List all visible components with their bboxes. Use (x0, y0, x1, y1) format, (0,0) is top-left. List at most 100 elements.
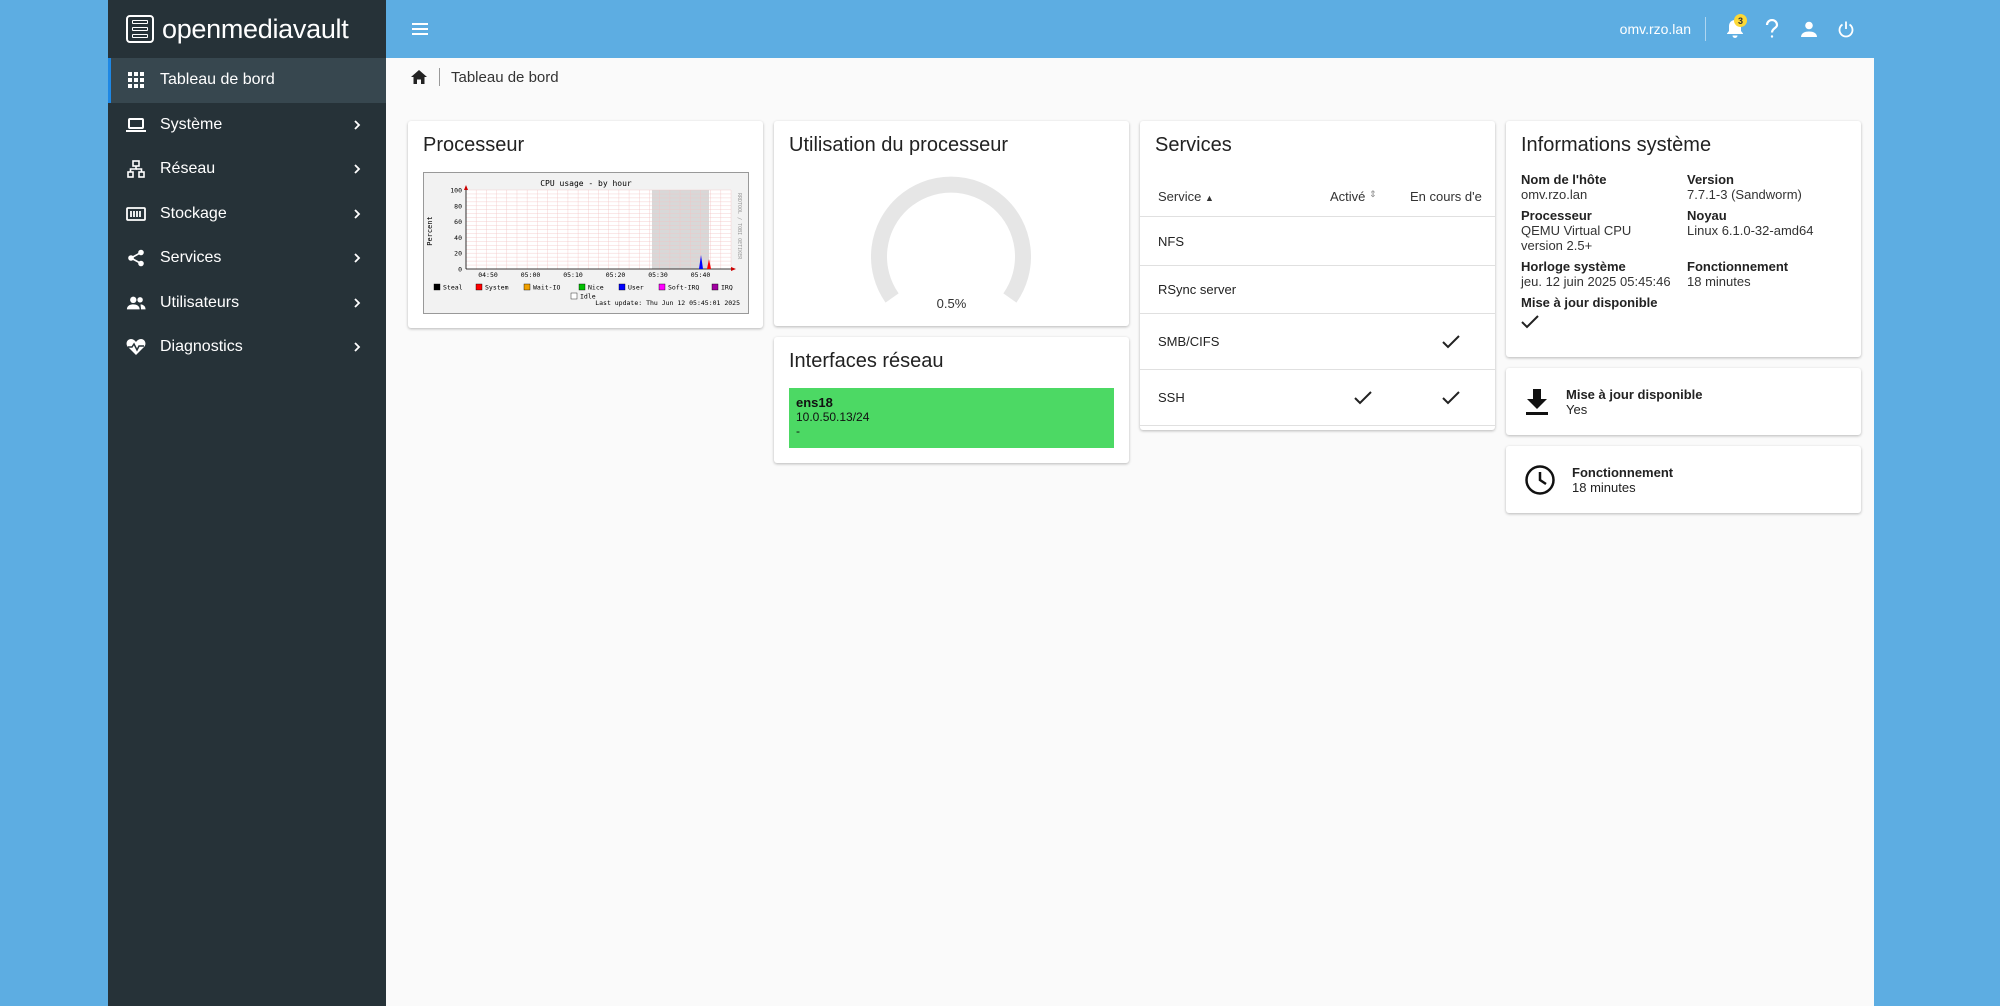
legend-label: Idle (580, 293, 596, 301)
legend-swatch (570, 292, 578, 300)
y-tick-label: 40 (454, 234, 462, 242)
sidebar-item-system[interactable]: Système (108, 103, 386, 148)
network-interfaces-widget: Interfaces réseau ens18 10.0.50.13/24 - (774, 337, 1129, 463)
hostname-label: omv.rzo.lan (1619, 21, 1691, 37)
x-tick-label: 05:00 (521, 271, 541, 279)
cpu-usage-graph: CPU usage - by hour Percent 100 80 60 40 20 0… (423, 172, 749, 314)
check-icon (1442, 390, 1460, 404)
legend-swatch (578, 283, 586, 291)
column-header-service[interactable]: Service ▲ (1140, 189, 1318, 204)
chevron-right-icon (354, 120, 361, 130)
hostname-value: omv.rzo.lan (1521, 187, 1588, 202)
sidebar-item-label: Système (160, 115, 223, 133)
heart-pulse-icon (126, 337, 146, 357)
notifications-button[interactable]: 3 (1716, 14, 1753, 44)
column-header-running[interactable]: En cours d'e (1407, 189, 1495, 204)
uptime-value: 18 minutes (1687, 274, 1751, 289)
legend-label: Nice (588, 284, 604, 292)
version-value: 7.7.1-3 (Sandworm) (1687, 187, 1802, 202)
services-widget: Services Service ▲ Activé ⇕ En cours d'e… (1140, 121, 1495, 430)
main-content: Tableau de bord Processeur CPU usage - b… (386, 58, 1874, 1006)
interface-tile[interactable]: ens18 10.0.50.13/24 - (789, 388, 1114, 448)
sidebar-item-diagnostics[interactable]: Diagnostics (108, 325, 386, 370)
chevron-right-icon (354, 253, 361, 263)
sidebar-item-storage[interactable]: Stockage (108, 192, 386, 237)
interface-address: 10.0.50.13/24 (796, 410, 870, 424)
legend-swatch (433, 283, 441, 291)
column-header-enabled[interactable]: Activé ⇕ (1318, 189, 1407, 204)
x-tick-label: 04:50 (478, 271, 498, 279)
table-row: SMB/CIFS (1140, 314, 1495, 370)
cpu-gauge (871, 171, 1031, 316)
legend-swatch (711, 283, 719, 291)
services-table: Service ▲ Activé ⇕ En cours d'e NFS RSyn… (1140, 177, 1495, 426)
sidebar-item-label: Services (160, 249, 222, 267)
legend-swatch (523, 283, 531, 291)
cpu-usage-value: 0.5% (936, 296, 967, 311)
clock-label: Horloge système (1521, 259, 1626, 274)
x-tick-label: 05:30 (648, 271, 668, 279)
service-name: SSH (1158, 390, 1185, 405)
topbar-divider (1705, 17, 1706, 41)
processor-label: Processeur (1521, 208, 1592, 223)
check-icon (1521, 315, 1539, 329)
chevron-right-icon (354, 209, 361, 219)
sidebar-item-label: Stockage (160, 204, 227, 222)
topbar: omv.rzo.lan 3 (386, 0, 1884, 58)
system-info-widget: Informations système Nom de l'hôte omv.r… (1506, 121, 1861, 357)
brand-name: openmediavault (162, 13, 349, 44)
legend-label: User (628, 284, 644, 292)
users-icon (126, 293, 146, 313)
check-icon (1442, 334, 1460, 348)
kernel-label: Noyau (1687, 208, 1727, 223)
legend-label: Wait-IO (533, 284, 560, 292)
uptime-title: Fonctionnement (1572, 464, 1674, 480)
breadcrumb: Tableau de bord (386, 58, 1874, 96)
brand[interactable]: openmediavault (108, 0, 386, 58)
enabled-cell (1318, 390, 1407, 405)
widget-title: Services (1155, 134, 1232, 156)
sidebar-item-dashboard[interactable]: Tableau de bord (108, 58, 386, 103)
sidebar-item-network[interactable]: Réseau (108, 147, 386, 192)
legend-label: Steal (443, 284, 463, 292)
kernel-value: Linux 6.1.0-32-amd64 (1687, 223, 1814, 238)
running-cell (1407, 334, 1495, 349)
legend-label: System (485, 284, 509, 292)
sidebar-item-label: Réseau (160, 160, 216, 178)
sidebar-item-services[interactable]: Services (108, 236, 386, 281)
widget-title: Processeur (423, 134, 525, 156)
user-button[interactable] (1790, 14, 1827, 44)
processor-value: QEMU Virtual CPU version 2.5+ (1521, 223, 1632, 253)
graph-last-update: Last update: Thu Jun 12 05:45:01 2025 (595, 299, 740, 307)
graph-ylabel: Percent (426, 216, 434, 246)
y-tick-label: 0 (458, 266, 462, 274)
update-label: Mise à jour disponible (1521, 295, 1658, 310)
sidebar-item-users[interactable]: Utilisateurs (108, 281, 386, 326)
menu-toggle-icon[interactable] (410, 19, 430, 39)
y-tick-label: 60 (454, 218, 462, 226)
x-tick-label: 05:10 (563, 271, 583, 279)
chevron-right-icon (354, 342, 361, 352)
sidebar-item-label: Utilisateurs (160, 293, 240, 311)
y-tick-label: 80 (454, 202, 462, 210)
help-icon (1765, 19, 1778, 38)
legend-swatch (618, 283, 626, 291)
widget-title: Interfaces réseau (789, 350, 944, 372)
chevron-right-icon (354, 298, 361, 308)
service-name: SMB/CIFS (1158, 334, 1220, 349)
chevron-right-icon (354, 164, 361, 174)
notification-badge: 3 (1734, 14, 1747, 27)
help-button[interactable] (1753, 14, 1790, 44)
x-tick-label: 05:20 (606, 271, 626, 279)
x-tick-label: 05:40 (691, 271, 711, 279)
breadcrumb-separator (439, 68, 440, 86)
update-widget: Mise à jour disponible Yes (1506, 368, 1861, 435)
power-button[interactable] (1827, 14, 1864, 44)
running-cell (1407, 390, 1495, 405)
table-row: NFS (1140, 217, 1495, 266)
home-icon[interactable] (410, 69, 428, 85)
graph-watermark: RRDTOOL / TOBI OETIKER (736, 193, 742, 260)
hostname-label: Nom de l'hôte (1521, 172, 1607, 187)
sort-asc-icon: ▲ (1204, 193, 1214, 203)
graph-grid (465, 189, 732, 270)
